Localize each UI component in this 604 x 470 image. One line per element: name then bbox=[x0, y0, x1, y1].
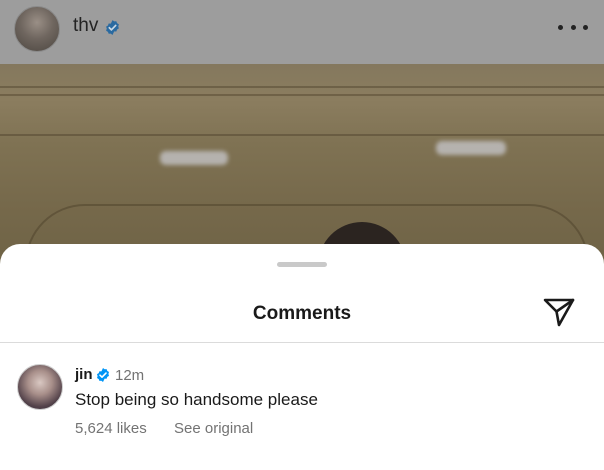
sheet-title: Comments bbox=[252, 303, 352, 324]
comment-likes-count[interactable]: 5,624 likes bbox=[75, 420, 147, 437]
screen: thv Comments jin 12m Stop being so hands… bbox=[0, 0, 604, 470]
verified-badge-icon bbox=[97, 368, 109, 382]
post-header: thv bbox=[0, 0, 604, 64]
comment-timestamp: 12m bbox=[115, 367, 145, 384]
comments-sheet: Comments jin 12m Stop being so handsome … bbox=[0, 244, 604, 470]
send-icon[interactable] bbox=[542, 296, 576, 328]
commenter-avatar[interactable] bbox=[17, 364, 63, 410]
post-author-avatar[interactable] bbox=[14, 6, 60, 52]
comment-item: jin 12m Stop being so handsome please 5,… bbox=[0, 343, 604, 470]
more-options-icon[interactable] bbox=[558, 16, 588, 38]
comment-text: Stop being so handsome please bbox=[75, 390, 318, 409]
post-author-username[interactable]: thv bbox=[73, 15, 98, 37]
verified-badge-icon bbox=[106, 20, 119, 35]
drag-handle[interactable] bbox=[277, 262, 327, 267]
commenter-username[interactable]: jin bbox=[75, 366, 93, 383]
see-original-link[interactable]: See original bbox=[174, 420, 253, 437]
post-image bbox=[0, 64, 604, 326]
